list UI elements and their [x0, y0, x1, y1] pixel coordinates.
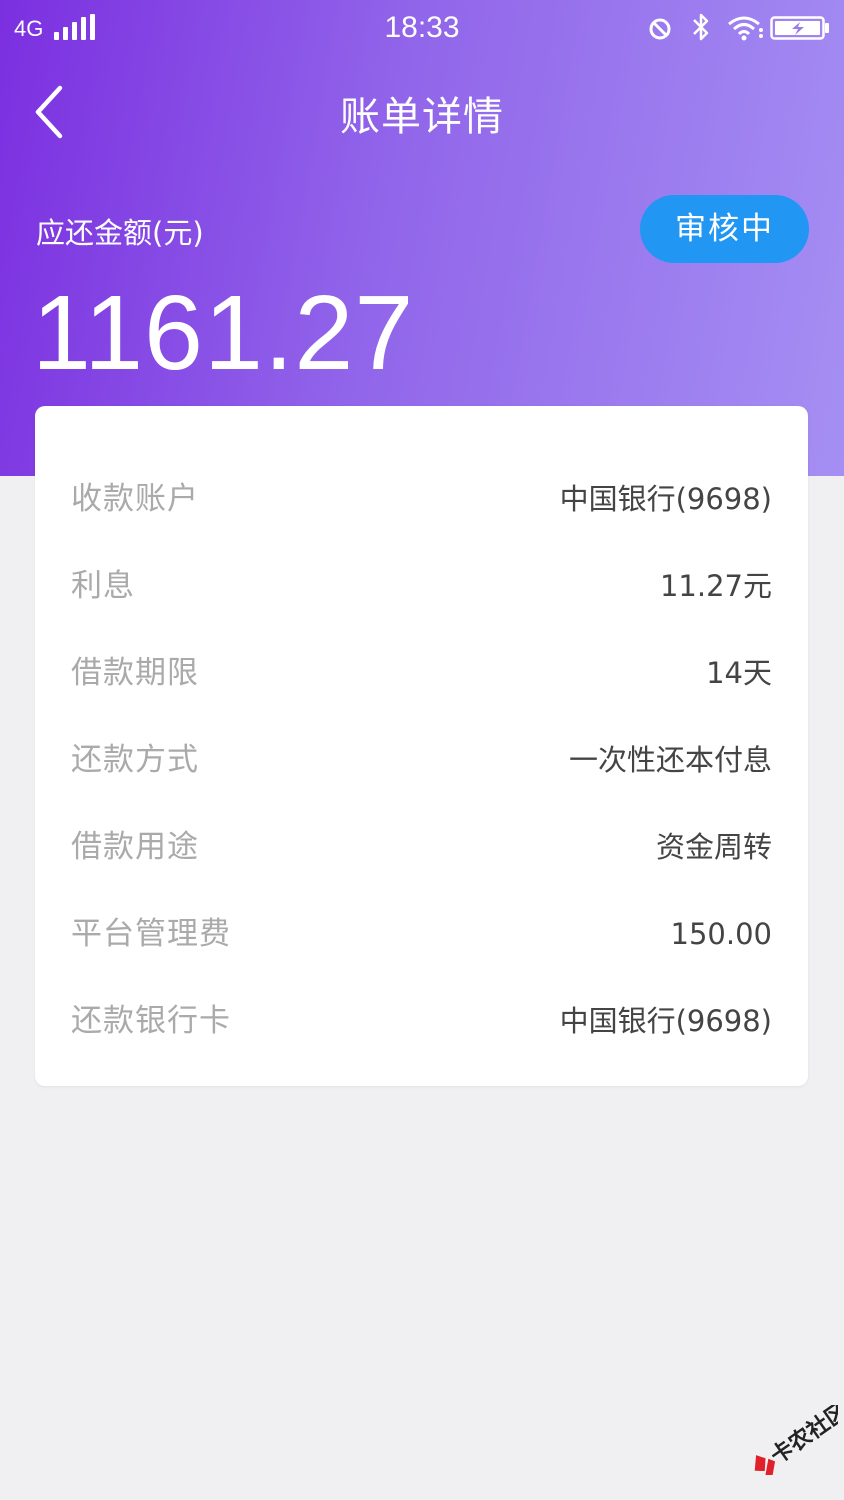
- detail-value: 150.00: [670, 917, 772, 951]
- detail-value: 资金周转: [655, 830, 772, 864]
- svg-text:卡农社区: 卡农社区: [766, 1405, 838, 1470]
- page-title: 账单详情: [340, 94, 504, 140]
- detail-row-repay-card: 还款银行卡 中国银行(9698): [35, 978, 808, 1065]
- detail-label: 借款期限: [71, 655, 199, 691]
- detail-card: 收款账户 中国银行(9698) 利息 11.27元 借款期限 14天 还款方式 …: [35, 406, 808, 1086]
- status-bar: 4G 18:33: [0, 0, 844, 56]
- status-badge: 审核中: [640, 195, 809, 263]
- detail-row-repay-method: 还款方式 一次性还本付息: [35, 717, 808, 804]
- amount-label: 应还金额(元): [36, 216, 204, 250]
- alarm-icon: [649, 18, 671, 40]
- detail-label: 平台管理费: [71, 916, 231, 952]
- detail-label: 收款账户: [71, 481, 199, 517]
- detail-row-purpose: 借款用途 资金周转: [35, 804, 808, 891]
- status-icons: [646, 12, 829, 44]
- detail-label: 还款方式: [71, 742, 199, 778]
- detail-row-platform-fee: 平台管理费 150.00: [35, 891, 808, 978]
- bluetooth-icon: [693, 13, 709, 41]
- detail-row-account: 收款账户 中国银行(9698): [35, 456, 808, 543]
- detail-label: 利息: [71, 568, 135, 604]
- watermark-logo: 卡农社区: [754, 1405, 838, 1475]
- wifi-icon: [728, 16, 763, 41]
- detail-row-interest: 利息 11.27元: [35, 543, 808, 630]
- detail-row-term: 借款期限 14天: [35, 630, 808, 717]
- detail-value: 11.27元: [659, 569, 772, 603]
- amount-value: 1161.27: [32, 274, 415, 392]
- detail-label: 借款用途: [71, 829, 199, 865]
- detail-value: 中国银行(9698): [559, 1004, 772, 1038]
- detail-value: 一次性还本付息: [568, 743, 772, 777]
- detail-label: 还款银行卡: [71, 1003, 231, 1039]
- detail-value: 14天: [706, 656, 772, 690]
- battery-icon: [770, 16, 829, 40]
- detail-value: 中国银行(9698): [559, 482, 772, 516]
